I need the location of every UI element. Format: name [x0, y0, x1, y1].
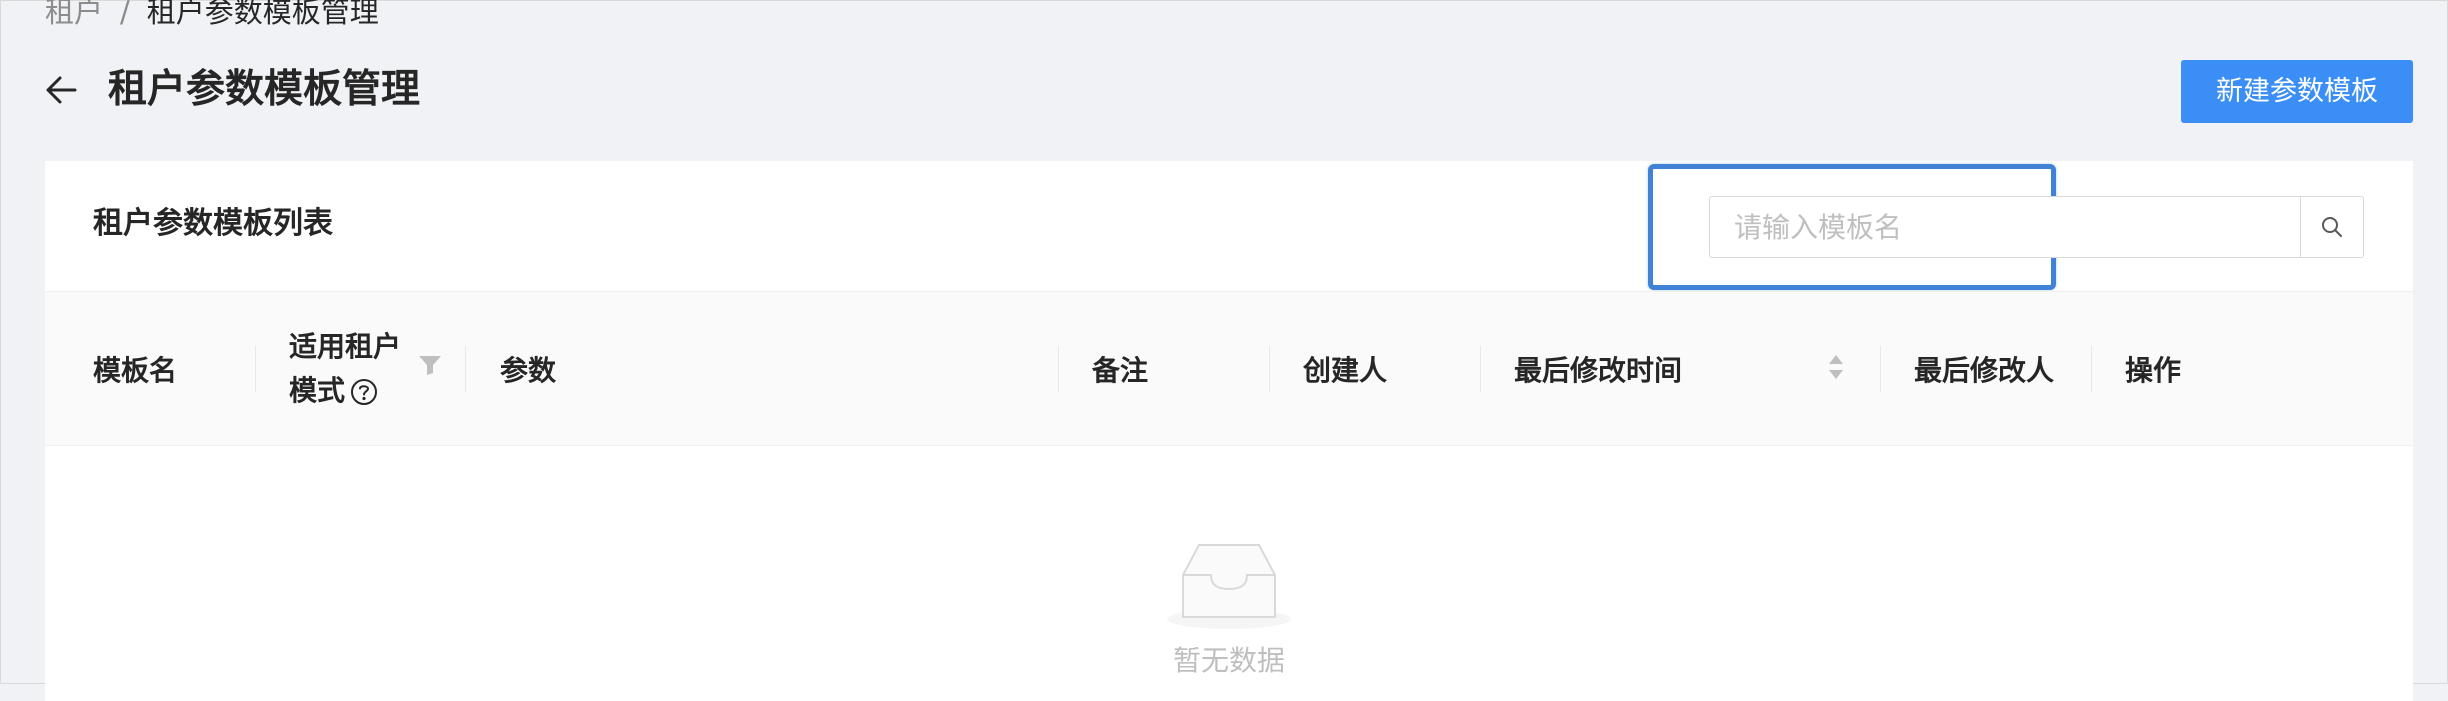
column-header-remark: 备注 — [1092, 353, 1149, 387]
question-circle-icon[interactable] — [349, 377, 379, 407]
card-header: 租户参数模板列表 — [45, 161, 2413, 291]
column-header-tenant-mode: 适用租户 模式 — [289, 292, 401, 445]
empty-state-text: 暂无数据 — [1172, 644, 1285, 677]
search-input[interactable] — [1709, 196, 2303, 258]
column-header-actions: 操作 — [2125, 353, 2182, 387]
new-template-button[interactable]: 新建参数模板 — [2181, 60, 2413, 123]
card-title: 租户参数模板列表 — [93, 206, 333, 241]
table-header: 模板名 适用租户 模式 参数 备注 创建人 最后修改时间 最后修改人 操作 — [45, 291, 2413, 446]
breadcrumb-separator: / — [120, 0, 130, 29]
filter-icon[interactable] — [418, 354, 442, 376]
column-header-tenant-mode-line1: 适用租户 — [289, 329, 402, 363]
column-header-params: 参数 — [500, 353, 557, 387]
breadcrumb-parent-link[interactable]: 租户 — [45, 0, 103, 29]
column-header-modifier: 最后修改人 — [1914, 353, 2055, 387]
sort-icon[interactable] — [1827, 352, 1845, 382]
breadcrumb: 租户 / 租户参数模板管理 — [45, 0, 379, 30]
empty-inbox-icon — [1167, 544, 1291, 629]
search-icon — [2322, 217, 2342, 237]
column-header-creator: 创建人 — [1303, 353, 1388, 387]
template-list-card: 租户参数模板列表 模板名 适用租户 模式 参 — [45, 161, 2413, 701]
column-header-name: 模板名 — [93, 353, 178, 387]
breadcrumb-current: 租户参数模板管理 — [146, 0, 379, 29]
column-header-modified-time: 最后修改时间 — [1514, 353, 1683, 387]
page-title: 租户参数模板管理 — [108, 67, 421, 112]
back-arrow-icon[interactable] — [44, 73, 78, 107]
search-button[interactable] — [2300, 196, 2364, 258]
column-header-tenant-mode-line2: 模式 — [289, 373, 346, 407]
